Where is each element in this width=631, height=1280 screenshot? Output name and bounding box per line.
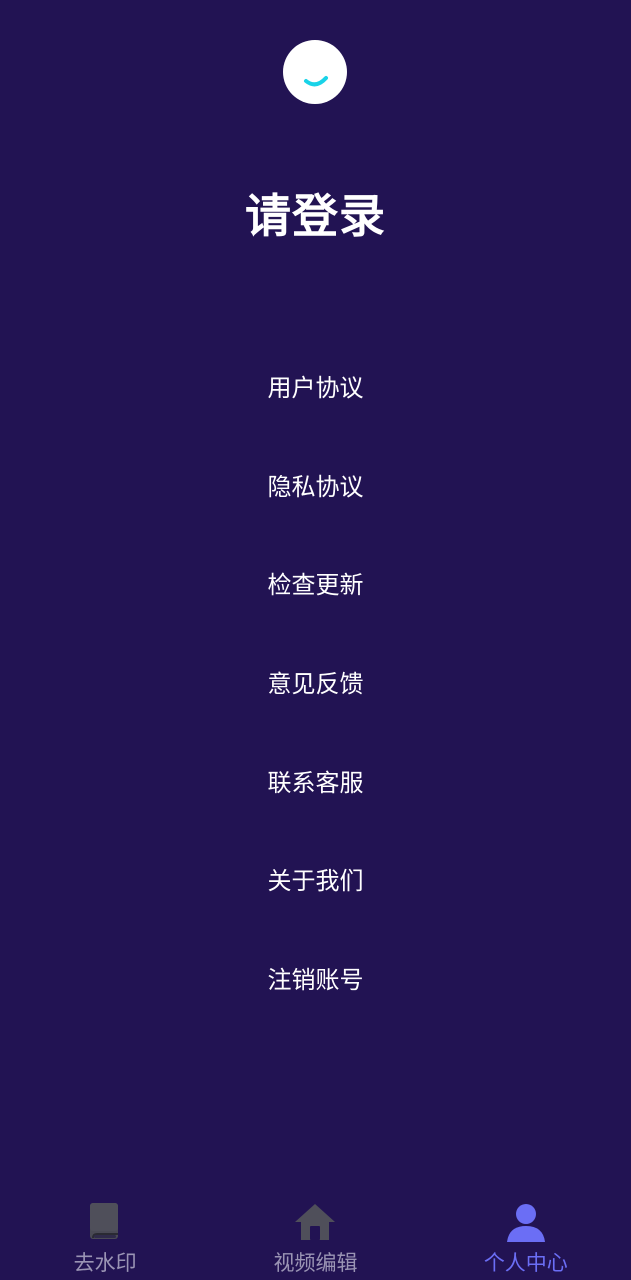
avatar[interactable] [283, 40, 347, 104]
bottom-tab-bar: 去水印 视频编辑 个人中心 [0, 1190, 631, 1280]
tab-label: 视频编辑 [273, 1251, 358, 1275]
tab-label: 个人中心 [483, 1251, 568, 1275]
login-title[interactable]: 请登录 [0, 186, 631, 246]
menu-item-user-agreement[interactable]: 用户协议 [0, 336, 631, 435]
menu-item-delete-account[interactable]: 注销账号 [0, 928, 631, 1027]
smile-icon [304, 76, 328, 87]
book-icon [90, 1203, 119, 1239]
menu-item-about-us[interactable]: 关于我们 [0, 829, 631, 928]
menu-item-check-update[interactable]: 检查更新 [0, 533, 631, 632]
tab-watermark-removal[interactable]: 去水印 [0, 1190, 210, 1280]
tab-label: 去水印 [73, 1251, 137, 1275]
menu-item-feedback[interactable]: 意见反馈 [0, 632, 631, 731]
menu-item-privacy-agreement[interactable]: 隐私协议 [0, 435, 631, 534]
settings-menu: 用户协议 隐私协议 检查更新 意见反馈 联系客服 关于我们 注销账号 [0, 336, 631, 1027]
menu-item-contact-support[interactable]: 联系客服 [0, 731, 631, 830]
home-icon [295, 1204, 336, 1240]
profile-page: 请登录 用户协议 隐私协议 检查更新 意见反馈 联系客服 关于我们 注销账号 去… [0, 0, 631, 1280]
user-icon [506, 1204, 545, 1242]
tab-video-edit[interactable]: 视频编辑 [210, 1190, 420, 1280]
tab-personal-center[interactable]: 个人中心 [421, 1190, 631, 1280]
